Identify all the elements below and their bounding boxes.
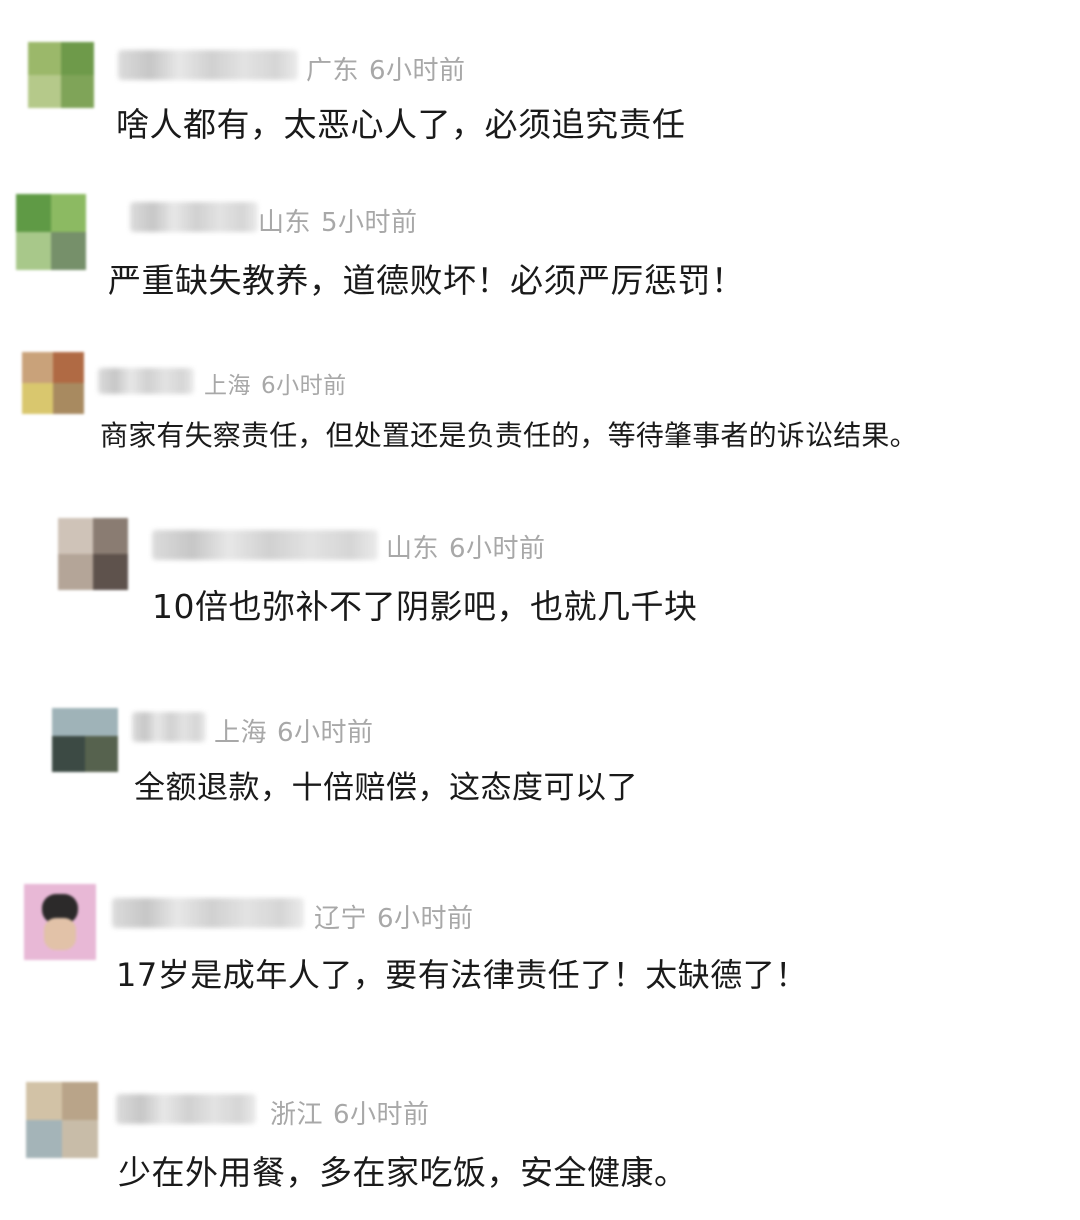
- comment-meta: 辽宁 6小时前: [314, 898, 474, 935]
- comment-region: 山东: [258, 208, 312, 238]
- username-blurred[interactable]: [152, 530, 378, 560]
- username-blurred[interactable]: [112, 898, 304, 928]
- username-blurred[interactable]: [132, 712, 206, 742]
- avatar[interactable]: [58, 518, 128, 590]
- comment-time: 6小时前: [333, 1100, 430, 1130]
- comment-region: 山东: [386, 534, 440, 564]
- comment-text: 商家有失察责任，但处置还是负责任的，等待肇事者的诉讼结果。: [100, 419, 918, 452]
- comment-meta: 广东 6小时前: [306, 50, 466, 87]
- comment-time: 5小时前: [321, 208, 418, 238]
- avatar[interactable]: [52, 708, 118, 772]
- avatar[interactable]: [16, 194, 86, 270]
- avatar[interactable]: [28, 42, 94, 108]
- comment-meta: 山东 5小时前: [258, 202, 418, 239]
- username-blurred[interactable]: [98, 368, 194, 394]
- comment-text: 全额退款，十倍赔偿，这态度可以了: [134, 770, 638, 806]
- comment-time: 6小时前: [369, 56, 466, 86]
- avatar[interactable]: [24, 884, 96, 960]
- comment-text: 啥人都有，太恶心人了，必须追究责任: [116, 105, 686, 144]
- comment-text: 严重缺失教养，道德败坏！必须严厉惩罚！: [108, 261, 745, 300]
- username-blurred[interactable]: [130, 202, 258, 232]
- comment-text: 少在外用餐，多在家吃饭，安全健康。: [118, 1153, 688, 1192]
- comment-region: 广东: [306, 56, 360, 86]
- comment-text: 17岁是成年人了，要有法律责任了！太缺德了！: [116, 956, 808, 994]
- comment-time: 6小时前: [449, 534, 546, 564]
- username-blurred[interactable]: [116, 1094, 256, 1124]
- comment-text: 10倍也弥补不了阴影吧，也就几千块: [152, 587, 698, 626]
- comment-region: 上海: [214, 718, 268, 748]
- username-blurred[interactable]: [118, 50, 298, 80]
- comment-time: 6小时前: [277, 718, 374, 748]
- comment-meta: 上海 6小时前: [214, 712, 374, 749]
- comment-region: 浙江: [270, 1100, 324, 1130]
- comment-meta: 浙江 6小时前: [270, 1094, 430, 1131]
- comment-time: 6小时前: [261, 373, 347, 399]
- avatar[interactable]: [22, 352, 84, 414]
- comment-region: 上海: [204, 373, 251, 399]
- comment-time: 6小时前: [377, 904, 474, 934]
- comment-region: 辽宁: [314, 904, 368, 934]
- comment-meta: 山东 6小时前: [386, 528, 546, 565]
- comment-meta: 上海 6小时前: [204, 366, 347, 400]
- avatar[interactable]: [26, 1082, 98, 1158]
